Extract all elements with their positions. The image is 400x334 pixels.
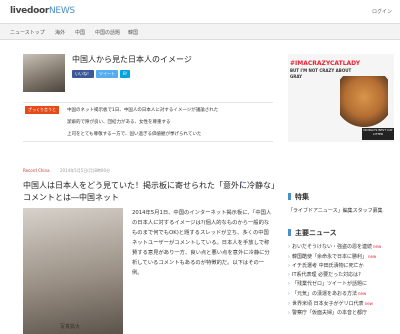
like-button[interactable]: いいね！ <box>72 70 94 78</box>
article-headline[interactable]: 中国人から見た日本人のイメージ <box>72 54 192 65</box>
arrow-icon: › <box>288 281 290 287</box>
ad-headline: #IMACRAZYCATLADY <box>290 60 361 67</box>
arrow-icon: › <box>288 254 290 260</box>
new-badge: new <box>368 254 377 259</box>
hatena-button[interactable]: B! <box>120 70 131 78</box>
arrow-icon: › <box>288 310 290 316</box>
ad-banner[interactable]: #IMACRAZYCATLADY BUT I'M NOT CRAZY ABOUT… <box>288 54 394 142</box>
special-heading: 特集 <box>288 192 309 202</box>
news-item[interactable]: › イチ氏選考 中田氏漬物に死亡か <box>288 262 398 271</box>
facebook-icon[interactable]: f <box>240 181 242 188</box>
site-logo[interactable]: livedoorNEWS <box>10 6 75 16</box>
main-content: 中国人から見た日本人のイメージ いいね！ ツイート B! ざっくり言うと 中国のネッ… <box>0 40 275 334</box>
article-body: 2014年5月1日、中国のインターネット掲示板に、「中国人の日本人に対するイメー… <box>132 210 272 276</box>
arrow-icon: › <box>288 272 290 278</box>
summary-item: 上司をとても尊敬する一方で、固い過ぎる価値観が挙げられていた <box>67 132 202 137</box>
news-item[interactable]: › 韓国酷使「余命永で日本に勝利」new <box>288 252 398 262</box>
news-item[interactable]: › 「元気」の漢運をあおる方法new <box>288 289 398 299</box>
tweet-button[interactable]: ツイート <box>96 70 118 78</box>
nav-item-overseas[interactable]: 海外 <box>55 29 65 36</box>
summary-label: ざっくり言うと <box>25 106 59 114</box>
login-link[interactable]: ログイン <box>372 8 392 15</box>
new-badge: new <box>364 301 373 306</box>
article-date: 2014年5月5日(月)8時00分 <box>60 168 111 173</box>
new-badge: new <box>373 244 382 249</box>
cat-image <box>340 76 388 132</box>
special-item[interactable]: 「ライブドアニュース」編集スタッフ募集 <box>288 206 398 216</box>
new-badge: new <box>358 291 367 296</box>
arrow-icon: › <box>288 301 290 307</box>
share-buttons: いいね！ ツイート B! <box>72 70 132 78</box>
nav-item-china[interactable]: 中国 <box>75 29 85 36</box>
special-list: 「ライブドアニュース」編集スタッフ募集 <box>288 206 398 216</box>
logo-text: livedoor <box>10 6 49 16</box>
nav-item-china-topics[interactable]: 中国の話題 <box>95 29 120 36</box>
article-thumbnail[interactable] <box>23 54 65 92</box>
arrow-icon: › <box>288 291 290 297</box>
logo-news-text: NEWS <box>49 6 75 16</box>
news-item[interactable]: › 世界米頃 日本女子がゲリロ代表new <box>288 299 398 309</box>
article-title: 中国人は日本人をどう見ていた！掲示板に寄せられた「意外に冷静な」コメントとは―中… <box>23 181 275 202</box>
news-item[interactable]: › IT系代表理 必要だった対応は? <box>288 271 398 280</box>
photo-enlarge-link[interactable]: 写真拡大 <box>60 323 80 330</box>
ad-product-badge: WORLD'S BEST CAT LITTER <box>362 128 394 140</box>
summary-box: ざっくり言うと 中国のネット掲示板で1日、中国人の日本人に対するイメージが議論さ… <box>23 102 273 142</box>
article-photo[interactable] <box>23 208 123 334</box>
news-list: › おいだそうけない・強盗の恩を連続new › 韓国酷使「余命永で日本に勝利」new… <box>288 242 398 318</box>
news-item[interactable]: › 警察庁「仮面夫婦」の本音と都庁 <box>288 309 398 318</box>
arrow-icon: › <box>288 263 290 269</box>
nav-item-top[interactable]: ニューストップ <box>10 29 45 36</box>
category-nav: ニューストップ 海外 中国 中国の話題 韓国 <box>0 24 400 40</box>
news-item[interactable]: › 「残業代ゼロ」ツイートが話題に <box>288 280 398 289</box>
main-news-heading: 主要ニュース <box>288 228 337 238</box>
summary-item: 潔癖的で隙が良い、団結力がある、女性を尊重する <box>67 120 171 125</box>
right-column: #IMACRAZYCATLADY BUT I'M NOT CRAZY ABOUT… <box>285 40 400 316</box>
news-item[interactable]: › おいだそうけない・強盗の恩を連続new <box>288 242 398 252</box>
summary-item: 中国のネット掲示板で1日、中国人の日本人に対するイメージが議論された <box>67 108 219 113</box>
nav-item-korea[interactable]: 韓国 <box>128 29 138 36</box>
site-header: livedoorNEWS ログイン <box>0 0 400 24</box>
arrow-icon: › <box>288 244 290 250</box>
article-source[interactable]: Record China <box>23 168 50 173</box>
